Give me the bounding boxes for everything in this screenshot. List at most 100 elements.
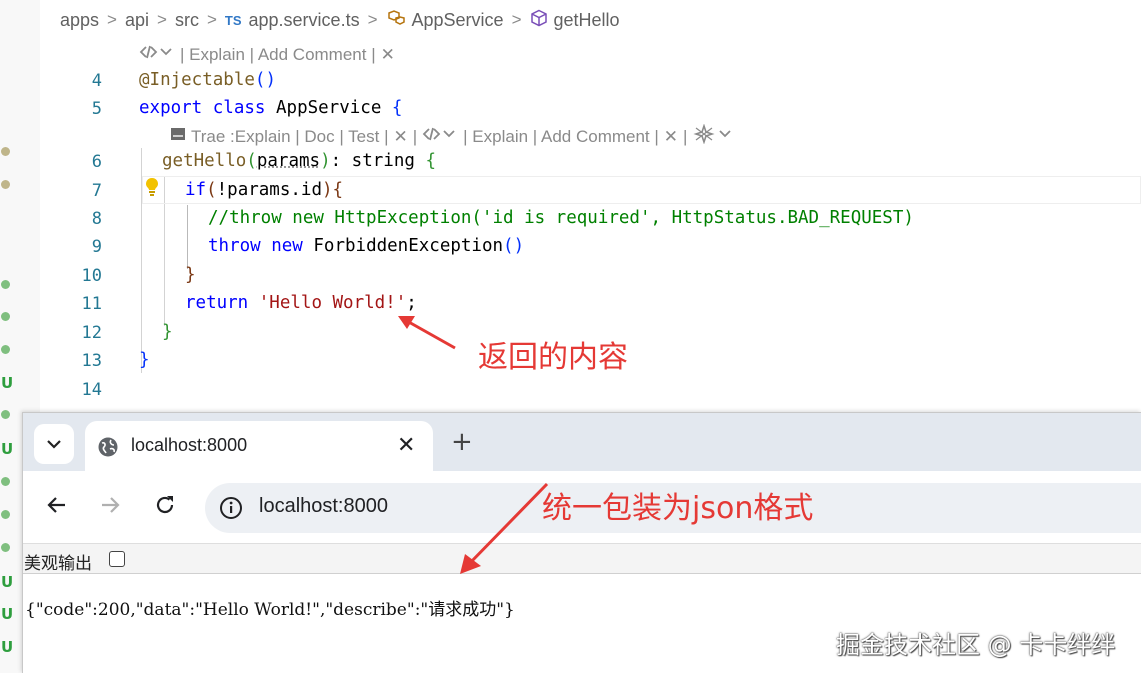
codelens-divider: | bbox=[683, 126, 688, 146]
codelens-explain-links[interactable]: | Explain | Add Comment | bbox=[180, 45, 376, 65]
code-line-13[interactable]: } bbox=[139, 350, 150, 370]
code-line-12[interactable]: } bbox=[162, 322, 173, 342]
arrow-left-icon bbox=[47, 497, 65, 513]
line-number: 7 bbox=[91, 181, 102, 201]
git-added-marker bbox=[1, 477, 10, 486]
code-line-6[interactable]: getHello(params): string { bbox=[162, 151, 436, 171]
keyword-token: throw bbox=[208, 236, 261, 256]
line-number: 12 bbox=[81, 323, 102, 343]
forward-button[interactable] bbox=[94, 489, 126, 521]
codelens-explain-links[interactable]: | Explain | Add Comment | bbox=[463, 127, 659, 147]
line-number: 11 bbox=[81, 294, 102, 314]
annotation-json-wrap: 统一包装为json格式 bbox=[542, 491, 814, 526]
line-number: 4 bbox=[91, 71, 102, 91]
decorator-token: @Injectable bbox=[139, 70, 255, 90]
code-line-10[interactable]: } bbox=[185, 265, 196, 285]
class-symbol-icon bbox=[386, 9, 406, 32]
git-modified-marker bbox=[1, 147, 10, 156]
line-number: 10 bbox=[81, 266, 102, 286]
arrow-right-icon bbox=[102, 497, 120, 513]
method-name-token: getHello bbox=[162, 151, 247, 171]
class-name-token: ForbiddenException bbox=[313, 236, 504, 256]
breadcrumb: apps > api > src > TS app.service.ts > A… bbox=[60, 8, 620, 32]
reload-icon bbox=[156, 496, 174, 514]
git-added-marker bbox=[1, 510, 10, 519]
keyword-token: class bbox=[212, 98, 266, 118]
code-line-8[interactable]: //throw new HttpException('id is require… bbox=[208, 208, 914, 228]
indent-guide bbox=[187, 205, 188, 269]
untracked-marker: U bbox=[1, 440, 14, 458]
untracked-marker: U bbox=[1, 638, 14, 656]
method-symbol-icon bbox=[530, 9, 548, 32]
code-line-4[interactable]: @Injectable() bbox=[139, 70, 276, 90]
type-token: : string bbox=[330, 151, 415, 171]
code-line-11[interactable]: return 'Hello World!'; bbox=[185, 293, 417, 313]
condition-token: !params.id bbox=[216, 180, 322, 200]
lightbulb-icon[interactable] bbox=[144, 177, 160, 197]
untracked-marker: U bbox=[1, 573, 14, 591]
keyword-token: if bbox=[185, 180, 207, 200]
watermark: 掘金技术社区 @ 卡卡绊绊 bbox=[836, 631, 1116, 659]
address-text[interactable]: localhost:8000 bbox=[259, 495, 388, 518]
code-line-7[interactable]: if(!params.id){ bbox=[185, 180, 343, 200]
pretty-print-checkbox[interactable] bbox=[109, 551, 125, 567]
git-added-marker bbox=[1, 312, 10, 321]
line-number: 6 bbox=[91, 152, 102, 172]
close-icon[interactable]: ✕ bbox=[381, 45, 395, 65]
untracked-marker: U bbox=[1, 374, 14, 392]
git-added-marker bbox=[1, 280, 10, 289]
keyword-token: new bbox=[271, 236, 303, 256]
reload-button[interactable] bbox=[149, 489, 181, 521]
breadcrumb-item-api[interactable]: api bbox=[125, 10, 149, 31]
close-tab-icon[interactable]: ✕ bbox=[397, 432, 415, 458]
chevron-right-icon: > bbox=[107, 10, 117, 29]
tab-strip: localhost:8000 ✕ + bbox=[23, 413, 1141, 471]
browser-tab[interactable]: localhost:8000 ✕ bbox=[85, 421, 433, 471]
codelens-method: Trae :Explain | Doc | Test | ✕ | | Expla… bbox=[170, 123, 741, 149]
json-response: {"code":200,"data":"Hello World!","descr… bbox=[25, 600, 515, 620]
pretty-print-label: 美观输出 bbox=[24, 554, 92, 574]
globe-icon bbox=[98, 437, 118, 457]
code-line-9[interactable]: throw new ForbiddenException() bbox=[208, 236, 524, 256]
line-number: 13 bbox=[81, 351, 102, 371]
line-number: 8 bbox=[91, 209, 102, 229]
git-added-marker bbox=[1, 410, 10, 419]
back-button[interactable] bbox=[41, 489, 73, 521]
tab-search-button[interactable] bbox=[34, 424, 74, 464]
new-tab-button[interactable]: + bbox=[451, 427, 473, 457]
close-icon[interactable]: ✕ bbox=[394, 127, 408, 147]
param-token: params bbox=[256, 151, 321, 171]
comment-token: //throw new HttpException('id is require… bbox=[208, 208, 914, 228]
trae-icon bbox=[170, 126, 186, 147]
line-number: 14 bbox=[81, 380, 102, 400]
breadcrumb-item-method[interactable]: getHello bbox=[554, 10, 620, 31]
chevron-right-icon: > bbox=[206, 10, 217, 29]
annotation-return-content: 返回的内容 bbox=[478, 340, 628, 375]
class-name-token: AppService bbox=[276, 98, 382, 118]
line-number: 9 bbox=[91, 237, 102, 257]
json-viewer-toolbar: 美观输出 bbox=[23, 543, 1141, 574]
line-number: 5 bbox=[91, 99, 102, 119]
git-added-marker bbox=[1, 543, 10, 552]
breadcrumb-item-apps[interactable]: apps bbox=[60, 10, 99, 31]
breadcrumb-item-src[interactable]: src bbox=[175, 10, 199, 31]
chevron-right-icon: > bbox=[157, 10, 167, 29]
codelens-trae-links[interactable]: Trae :Explain | Doc | Test | bbox=[191, 127, 389, 147]
chevron-right-icon: > bbox=[511, 10, 522, 29]
ai-sparkle-icon[interactable] bbox=[692, 123, 736, 149]
string-token: 'Hello World!' bbox=[258, 293, 407, 313]
code-review-icon[interactable] bbox=[422, 125, 458, 148]
annotation-arrow bbox=[460, 482, 549, 574]
codelens-class: | Explain | Add Comment | ✕ bbox=[139, 43, 400, 66]
code-review-icon[interactable] bbox=[139, 43, 175, 66]
code-line-5[interactable]: export class AppService { bbox=[139, 98, 402, 118]
breadcrumb-item-class[interactable]: AppService bbox=[412, 10, 504, 31]
breadcrumb-item-file[interactable]: app.service.ts bbox=[249, 10, 360, 31]
chevron-right-icon: > bbox=[367, 10, 378, 29]
annotation-arrow bbox=[398, 316, 456, 350]
close-icon[interactable]: ✕ bbox=[664, 127, 678, 147]
keyword-token: export bbox=[139, 98, 203, 118]
info-icon[interactable] bbox=[218, 495, 244, 521]
typescript-file-icon: TS bbox=[224, 12, 242, 28]
git-added-marker bbox=[1, 345, 10, 354]
